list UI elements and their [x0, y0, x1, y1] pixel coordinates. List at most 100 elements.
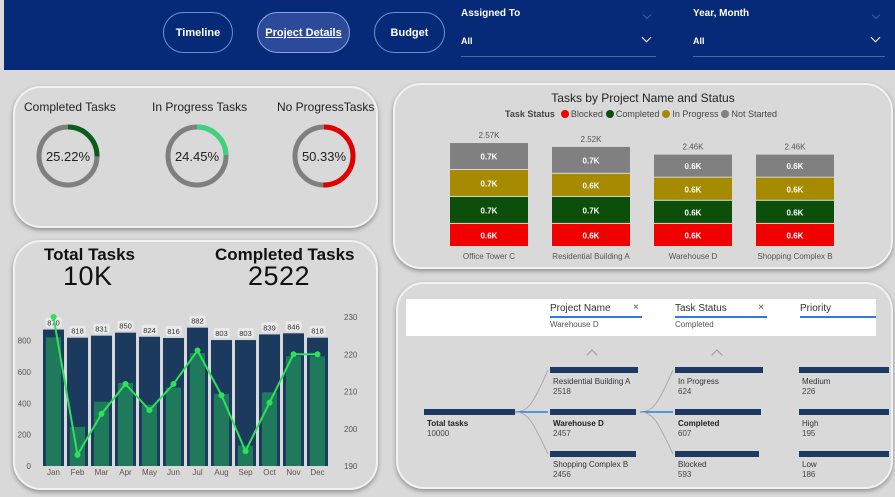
tree-node-bar[interactable]: [675, 409, 761, 415]
tree-node-value: 2457: [553, 429, 571, 438]
y-axis-tick: 400: [18, 399, 32, 408]
tree-node-bar[interactable]: [550, 409, 636, 415]
category-tick-label: Shopping Complex B: [757, 252, 832, 261]
tree-node-name: Blocked: [678, 460, 707, 469]
month-bar-inner[interactable]: [310, 356, 325, 466]
x-axis-tick: Oct: [263, 468, 276, 477]
month-bar-inner[interactable]: [142, 404, 157, 466]
x-axis-tick: Dec: [310, 468, 324, 477]
y-axis-tick: 600: [18, 368, 32, 377]
x-axis-tick: Nov: [286, 468, 300, 477]
tree-node-value: 186: [802, 470, 816, 479]
bar-data-label: 850: [119, 322, 132, 331]
year-month-slicer[interactable]: Year, Month All: [693, 8, 885, 57]
tree-node-bar[interactable]: [550, 451, 636, 457]
tree-node-value: 593: [678, 470, 692, 479]
slicer-underline: [693, 56, 885, 57]
y2-axis-tick: 200: [344, 425, 358, 434]
kpi-donut-completed: 25.22%: [36, 124, 100, 188]
segment-data-label: 0.6K: [685, 231, 702, 240]
month-bar-inner[interactable]: [46, 337, 61, 466]
y2-axis-tick: 230: [344, 313, 358, 322]
timeline-button[interactable]: Timeline: [163, 12, 233, 53]
bar-data-label: 818: [311, 327, 324, 336]
year-month-label: Year, Month: [693, 8, 750, 19]
segment-data-label: 0.7K: [481, 206, 498, 215]
segment-data-label: 0.7K: [583, 156, 600, 165]
trend-point: [50, 314, 57, 320]
y-axis-tick: 800: [18, 337, 32, 346]
tree-node-value: 2456: [553, 470, 571, 479]
x-axis-tick: Jun: [167, 468, 180, 477]
bar-data-label: 824: [143, 326, 156, 335]
trend-point: [242, 448, 249, 455]
bar-data-label: 839: [263, 323, 276, 332]
tree-node-bar[interactable]: [799, 409, 889, 415]
tree-node-bar[interactable]: [799, 367, 889, 373]
trend-point: [74, 451, 81, 458]
trend-point: [218, 392, 225, 399]
month-bar-inner[interactable]: [214, 393, 229, 466]
segment-data-label: 0.6K: [481, 231, 498, 240]
chevron-down-icon[interactable]: [870, 32, 881, 43]
tree-node-root-value: 10000: [427, 429, 450, 438]
y-axis-tick: 0: [27, 462, 32, 471]
tree-node-name: In Progress: [678, 377, 719, 386]
project-details-button[interactable]: Project Details: [257, 12, 350, 53]
tree-node-bar[interactable]: [799, 451, 889, 457]
tree-node-name: Low: [802, 460, 817, 469]
y-axis-tick: 200: [18, 431, 32, 440]
tree-node-value: 607: [678, 429, 692, 438]
tree-node-name: Residential Building A: [553, 377, 631, 386]
tree-node-bar-root[interactable]: [424, 409, 515, 415]
budget-button[interactable]: Budget: [374, 12, 445, 53]
month-bar-inner[interactable]: [286, 356, 301, 466]
month-bar-inner[interactable]: [118, 382, 133, 466]
kpi-title-completed: Completed Tasks: [24, 100, 116, 114]
segment-data-label: 0.7K: [583, 206, 600, 215]
segment-data-label: 0.7K: [481, 153, 498, 162]
tree-node-name: Completed: [678, 419, 720, 428]
segment-data-label: 0.6K: [583, 181, 600, 190]
bar-data-label: 816: [167, 327, 180, 336]
bar-total-label: 2.46K: [785, 143, 807, 152]
segment-data-label: 0.6K: [787, 231, 804, 240]
category-tick-label: Warehouse D: [669, 252, 718, 261]
x-axis-tick: Apr: [119, 468, 132, 477]
monthly-combo-chart: 0200400600800190200210220230870Jan818Feb…: [18, 313, 358, 477]
kpi-donut-in-progress: 24.45%: [165, 124, 229, 188]
y2-axis-tick: 220: [344, 350, 358, 359]
trend-point: [170, 381, 177, 388]
chevron-down-icon[interactable]: [641, 32, 652, 43]
x-axis-tick: Mar: [95, 468, 109, 477]
y2-axis-tick: 190: [344, 462, 358, 471]
month-bar-inner[interactable]: [166, 387, 181, 466]
segment-data-label: 0.6K: [685, 185, 702, 194]
kpi-value-in-progress: 24.45%: [175, 149, 220, 164]
tree-node-bar[interactable]: [675, 451, 759, 457]
assigned-to-slicer[interactable]: Assigned To All: [461, 8, 656, 57]
tree-node-value: 226: [802, 387, 816, 396]
bar-data-label: 846: [287, 322, 300, 331]
trend-point: [98, 410, 105, 417]
y2-axis-tick: 210: [344, 388, 358, 397]
month-bar-inner[interactable]: [190, 353, 205, 466]
assigned-to-label: Assigned To: [461, 8, 521, 19]
tree-node-name: Medium: [802, 377, 831, 386]
bar-data-label: 882: [191, 317, 204, 326]
tree-node-value: 2518: [553, 387, 571, 396]
tree-node-bar[interactable]: [550, 367, 638, 373]
segment-data-label: 0.6K: [787, 162, 804, 171]
trend-point: [266, 399, 273, 406]
x-axis-tick: Aug: [214, 468, 228, 477]
bar-total-label: 2.46K: [683, 143, 705, 152]
x-axis-tick: Jan: [47, 468, 60, 477]
tree-node-name: Shopping Complex B: [553, 460, 629, 469]
kpi-value-completed: 25.22%: [46, 149, 91, 164]
trend-point: [290, 351, 297, 358]
kpi-donut-no-progress: 50.33%: [292, 124, 356, 188]
tree-node-bar[interactable]: [675, 367, 763, 373]
x-axis-tick: Sep: [238, 468, 253, 477]
bar-data-label: 803: [215, 329, 228, 338]
tree-node-root-name: Total tasks: [427, 419, 469, 428]
